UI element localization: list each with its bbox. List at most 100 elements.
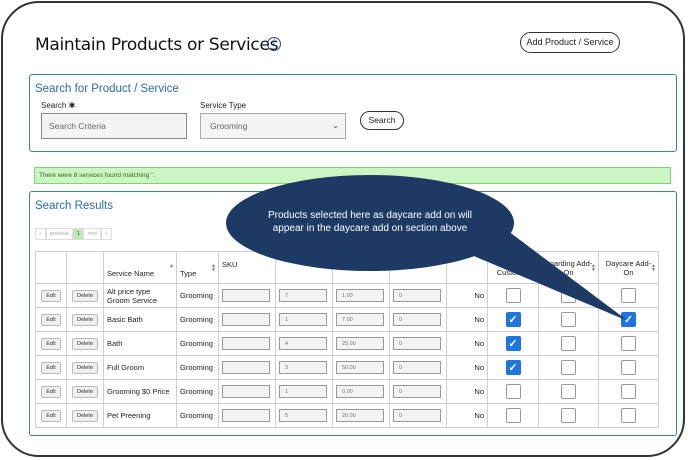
edit-cell: Edit <box>35 379 67 404</box>
daycare-addon-checkbox[interactable] <box>621 408 636 423</box>
add-product-button[interactable]: Add Product / Service <box>520 32 620 53</box>
search-input[interactable]: Search Criteria <box>41 113 187 139</box>
table-row: Edit Delete Alt price type Groom Service Gr… <box>35 283 659 308</box>
flag-cell: No <box>446 331 488 356</box>
extra-input[interactable]: 0 <box>393 385 441 398</box>
boarding-addon-checkbox[interactable] <box>561 384 576 399</box>
edit-button[interactable]: Edit <box>41 385 61 398</box>
col-service-name[interactable]: Service Name ▲ <box>103 251 177 284</box>
delete-button[interactable]: Delete <box>72 409 98 422</box>
flag-cell: No <box>446 307 488 332</box>
show-to-customer-checkbox[interactable]: ✓ <box>505 336 521 351</box>
type-cell: Grooming <box>176 283 219 308</box>
extra-input[interactable]: 0 <box>393 337 441 350</box>
sort-icon: ▲ ▼ <box>651 263 656 273</box>
show-to-customer-checkbox[interactable] <box>505 408 521 423</box>
sort-icon: ▲ ▼ <box>531 263 536 273</box>
pager-first[interactable]: « <box>35 228 46 240</box>
callout-text: Products selected here as daycare add on… <box>267 210 472 234</box>
price-input[interactable]: 20.00 <box>336 409 384 422</box>
col-type[interactable]: Type ▲ ▼ <box>176 251 219 284</box>
service-type-select[interactable]: Grooming ⌄ <box>200 113 346 139</box>
daycare-addon-checkbox[interactable] <box>621 288 636 303</box>
boarding-addon-checkbox[interactable] <box>561 360 576 375</box>
pager-next[interactable]: next <box>83 228 101 240</box>
price-input[interactable]: 1.00 <box>336 289 384 302</box>
boarding-addon-checkbox[interactable] <box>561 288 576 303</box>
boarding-addon-cell <box>538 283 599 308</box>
edit-button[interactable]: Edit <box>41 289 61 302</box>
price-input[interactable]: 25.00 <box>336 337 384 350</box>
sku-input[interactable] <box>222 361 270 374</box>
price-input[interactable]: 0.00 <box>336 385 384 398</box>
edit-cell: Edit <box>35 283 67 308</box>
extra-cell: 0 <box>389 283 447 308</box>
extra-input[interactable]: 0 <box>393 313 441 326</box>
edit-button[interactable]: Edit <box>41 409 61 422</box>
qty-input[interactable]: 3 <box>279 361 327 374</box>
pager-current[interactable]: 1 <box>72 228 84 240</box>
price-input[interactable]: 50.00 <box>336 361 384 374</box>
callout-bubble: Products selected here as daycare add on… <box>226 175 514 271</box>
flag-cell: No <box>446 283 488 308</box>
qty-input[interactable]: 1 <box>279 385 327 398</box>
qty-input[interactable]: 5 <box>279 409 327 422</box>
price-input[interactable]: 7.00 <box>336 313 384 326</box>
edit-button[interactable]: Edit <box>41 313 61 326</box>
qty-input[interactable]: 7 <box>279 289 327 302</box>
show-to-customer-checkbox[interactable]: ✓ <box>505 360 521 375</box>
col-show-to-customer[interactable]: Show to Customer ▲ ▼ <box>487 251 539 284</box>
extra-cell: 0 <box>389 355 447 380</box>
sku-input[interactable] <box>222 385 270 398</box>
delete-button[interactable]: Delete <box>72 385 98 398</box>
boarding-addon-checkbox[interactable] <box>561 408 576 423</box>
sku-input[interactable] <box>222 337 270 350</box>
daycare-addon-checkbox[interactable] <box>621 360 636 375</box>
delete-cell: Delete <box>66 355 104 380</box>
boarding-addon-checkbox[interactable] <box>561 336 576 351</box>
sku-input[interactable] <box>222 313 270 326</box>
daycare-addon-checkbox[interactable] <box>621 384 636 399</box>
show-to-customer-cell <box>487 379 539 404</box>
sku-cell <box>218 307 276 332</box>
info-icon[interactable]: i <box>267 37 281 51</box>
show-to-customer-checkbox[interactable] <box>505 288 521 303</box>
pager-last[interactable]: » <box>100 228 112 240</box>
delete-button[interactable]: Delete <box>72 337 98 350</box>
edit-button[interactable]: Edit <box>41 361 61 374</box>
search-button[interactable]: Search <box>360 111 404 130</box>
pager-previous[interactable]: previous <box>45 228 73 240</box>
col-boarding-addon[interactable]: Boarding Add-On ▲ ▼ <box>538 251 599 284</box>
extra-input[interactable]: 0 <box>393 289 441 302</box>
sku-input[interactable] <box>222 289 270 302</box>
table-row: Edit Delete Grooming $0 Price Grooming 1 0.00… <box>35 379 659 404</box>
edit-button[interactable]: Edit <box>41 337 61 350</box>
sku-cell <box>218 403 276 428</box>
table-row: Edit Delete Pet Preening Grooming 5 20.00 0 No <box>35 403 659 428</box>
daycare-addon-cell <box>598 403 659 428</box>
type-cell: Grooming <box>176 379 219 404</box>
qty-input[interactable]: 4 <box>279 337 327 350</box>
col-daycare-addon[interactable]: Daycare Add-On ▲ ▼ <box>598 251 659 284</box>
extra-input[interactable]: 0 <box>393 361 441 374</box>
service-name-cell: Bath <box>103 331 177 356</box>
show-to-customer-checkbox[interactable] <box>505 384 521 399</box>
delete-button[interactable]: Delete <box>72 313 98 326</box>
show-to-customer-checkbox[interactable]: ✓ <box>505 312 521 327</box>
delete-button[interactable]: Delete <box>72 361 98 374</box>
sku-input[interactable] <box>222 409 270 422</box>
price-cell: 7.00 <box>332 307 390 332</box>
daycare-addon-checkbox[interactable]: ✓ <box>621 312 636 327</box>
daycare-addon-checkbox[interactable] <box>621 336 636 351</box>
delete-button[interactable]: Delete <box>72 289 98 302</box>
qty-input[interactable]: 1 <box>279 313 327 326</box>
delete-cell: Delete <box>66 379 104 404</box>
chevron-down-icon: ⌄ <box>332 121 339 130</box>
sort-icon: ▲ ▼ <box>591 263 596 273</box>
sku-cell <box>218 283 276 308</box>
qty-cell: 1 <box>275 379 333 404</box>
extra-input[interactable]: 0 <box>393 409 441 422</box>
extra-cell: 0 <box>389 379 447 404</box>
boarding-addon-checkbox[interactable] <box>561 312 576 327</box>
extra-cell: 0 <box>389 307 447 332</box>
